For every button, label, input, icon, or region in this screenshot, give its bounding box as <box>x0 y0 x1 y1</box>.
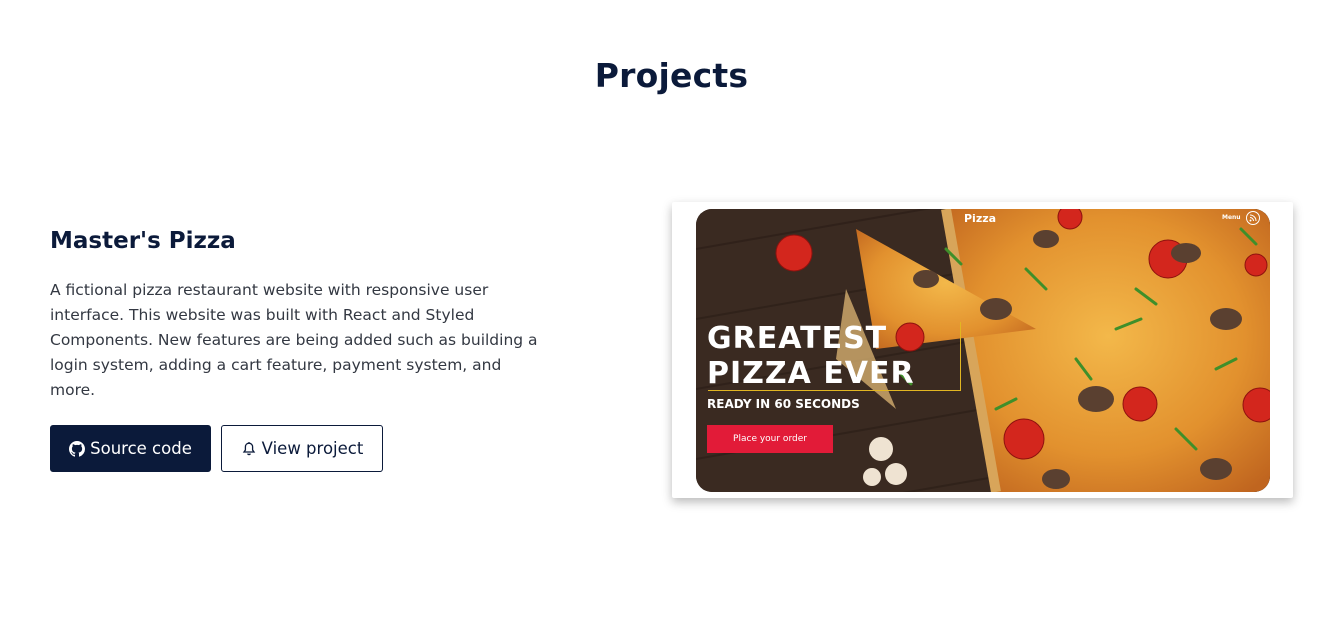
preview-menu-label: Menu <box>1222 214 1241 221</box>
source-code-button[interactable]: Source code <box>50 425 211 472</box>
preview-brand: Pizza <box>964 212 997 225</box>
project-actions: Source code View project <box>50 425 550 472</box>
place-order-button: Place your order <box>707 425 833 453</box>
preview-headline-1: GREATEST <box>707 321 888 356</box>
project-description: A fictional pizza restaurant website wit… <box>50 281 538 399</box>
github-icon <box>69 440 86 457</box>
preview-subheadline: READY IN 60 SECONDS <box>707 397 860 411</box>
project-title: Master's Pizza <box>50 228 236 254</box>
view-project-label: View project <box>261 439 364 458</box>
view-project-button[interactable]: View project <box>221 425 383 472</box>
rss-icon <box>1246 211 1260 225</box>
section-title: Projects <box>594 56 749 95</box>
source-code-label: Source code <box>90 439 192 458</box>
project-screenshot: Pizza Menu GREATEST PIZZA EVER READY IN … <box>696 209 1270 492</box>
project-preview-card[interactable]: Pizza Menu GREATEST PIZZA EVER READY IN … <box>672 202 1293 498</box>
project-info: Master's Pizza A fictional pizza restaur… <box>50 228 550 472</box>
bell-icon <box>241 441 257 457</box>
preview-headline-2: PIZZA EVER <box>707 356 915 391</box>
